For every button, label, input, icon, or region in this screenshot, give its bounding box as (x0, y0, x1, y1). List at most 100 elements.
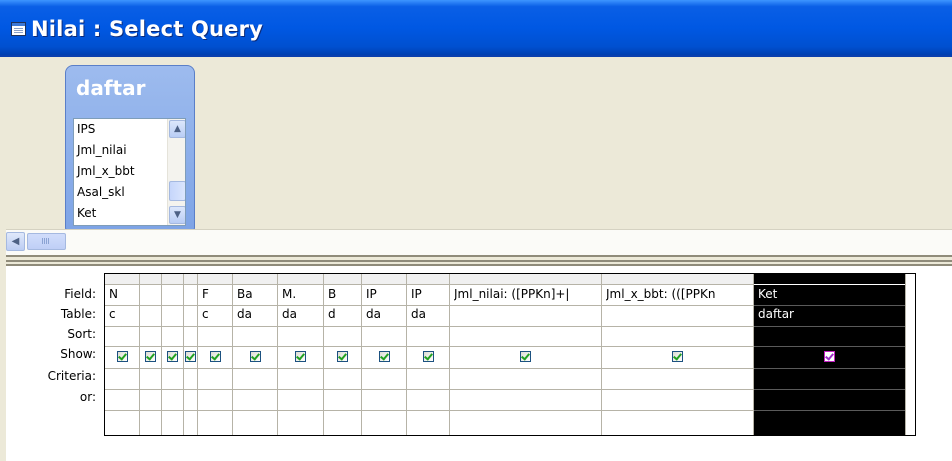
field-cell[interactable]: Jml_nilai: ([PPKn]+| (454, 287, 601, 301)
table-pane-hscrollbar[interactable]: ◀ (6, 229, 952, 255)
show-checkbox[interactable] (295, 351, 306, 362)
column-selector[interactable] (233, 274, 277, 285)
grid-row-line (362, 305, 406, 306)
field-item[interactable]: Jml_x_bbt (77, 164, 135, 178)
field-cell[interactable]: Jml_x_bbt: (([PPKn (606, 287, 753, 301)
column-selector[interactable] (278, 274, 323, 285)
grid-row-line (278, 389, 323, 390)
grid-row-line (140, 389, 161, 390)
field-item[interactable]: Ket (77, 206, 96, 220)
field-cell[interactable]: IP (411, 287, 449, 301)
grid-column[interactable]: M. da (278, 274, 324, 435)
grid-row-line (602, 326, 753, 327)
field-list-scrollbar[interactable]: ▲ ▼ (167, 119, 185, 225)
field-cell[interactable]: Ba (237, 287, 277, 301)
show-checkbox[interactable] (672, 351, 683, 362)
grid-column[interactable]: IP da (407, 274, 450, 435)
show-checkbox[interactable] (167, 351, 178, 362)
table-cell[interactable]: daftar (758, 307, 905, 321)
grid-row-line (198, 368, 232, 369)
field-item[interactable]: IPS (77, 122, 95, 136)
arrow-up-icon[interactable]: ▲ (169, 120, 185, 138)
column-selector[interactable] (754, 274, 905, 285)
column-selector[interactable] (362, 274, 406, 285)
query-window-icon[interactable] (11, 22, 26, 36)
grid-row-line (198, 326, 232, 327)
field-cell[interactable]: Ket (758, 287, 905, 301)
grid-column[interactable] (162, 274, 184, 435)
show-checkbox[interactable] (117, 351, 128, 362)
arrow-left-icon[interactable]: ◀ (6, 232, 25, 251)
table-cell[interactable]: c (202, 307, 232, 321)
grid-row-line (278, 326, 323, 327)
show-checkbox[interactable] (520, 351, 531, 362)
title-bar[interactable]: Nilai : Select Query (0, 0, 952, 57)
query-design-grid[interactable]: Nc Fc Ba da M. da Bd IP da IP da Jml_nilai: ([PPKn]… (104, 273, 916, 436)
table-cell[interactable]: da (282, 307, 323, 321)
show-checkbox[interactable] (185, 351, 196, 362)
table-cell[interactable]: d (328, 307, 361, 321)
table-cell[interactable]: da (411, 307, 449, 321)
show-checkbox[interactable] (824, 351, 835, 362)
grid-row-line (162, 346, 183, 347)
grid-row-line (140, 368, 161, 369)
field-cell[interactable]: N (109, 287, 139, 301)
column-selector[interactable] (162, 274, 183, 285)
field-cell[interactable]: B (328, 287, 361, 301)
field-cell[interactable]: IP (366, 287, 406, 301)
column-selector[interactable] (198, 274, 232, 285)
grid-row-line (198, 346, 232, 347)
grid-row-line (450, 368, 601, 369)
grid-row-line (105, 389, 139, 390)
field-item[interactable]: Asal_skl (77, 185, 125, 199)
pane-splitter[interactable] (6, 255, 952, 266)
arrow-down-icon[interactable]: ▼ (169, 206, 185, 224)
grid-column[interactable]: Fc (198, 274, 233, 435)
grid-row-line (450, 326, 601, 327)
grid-row-line (324, 305, 361, 306)
hscroll-thumb[interactable] (27, 233, 66, 250)
column-selector[interactable] (184, 274, 197, 285)
field-cell[interactable]: F (202, 287, 232, 301)
grid-column[interactable] (140, 274, 162, 435)
field-item[interactable]: Jml_nilai (77, 143, 127, 157)
field-cell[interactable]: M. (282, 287, 323, 301)
grid-row-line (754, 305, 905, 306)
grid-row-line (184, 346, 197, 347)
scroll-thumb[interactable] (169, 181, 185, 201)
column-selector[interactable] (324, 274, 361, 285)
show-checkbox[interactable] (250, 351, 261, 362)
window-title: Nilai : Select Query (31, 17, 264, 41)
show-checkbox[interactable] (423, 351, 434, 362)
grid-row-line (184, 410, 197, 411)
grid-column[interactable]: Jml_nilai: ([PPKn]+| (450, 274, 602, 435)
grid-column[interactable]: Bd (324, 274, 362, 435)
show-checkbox[interactable] (145, 351, 156, 362)
column-selector[interactable] (140, 274, 161, 285)
table-field-list-daftar[interactable]: daftar IPS Jml_nilai Jml_x_bbt Asal_skl … (65, 65, 195, 230)
grid-row-line (184, 389, 197, 390)
grid-column[interactable]: Ba da (233, 274, 278, 435)
table-cell[interactable]: da (237, 307, 277, 321)
column-selector[interactable] (602, 274, 753, 285)
row-label-or: or: (79, 390, 96, 404)
field-list[interactable]: IPS Jml_nilai Jml_x_bbt Asal_skl Ket ▲ ▼ (73, 118, 186, 226)
column-selector[interactable] (450, 274, 601, 285)
show-checkbox[interactable] (337, 351, 348, 362)
grid-row-line (140, 326, 161, 327)
grid-row-line (362, 346, 406, 347)
table-cell[interactable]: da (366, 307, 406, 321)
grid-column[interactable]: Jml_x_bbt: (([PPKn (602, 274, 754, 435)
grid-column[interactable] (184, 274, 198, 435)
show-checkbox[interactable] (379, 351, 390, 362)
grid-column[interactable]: Ket daftar (754, 274, 906, 435)
column-selector[interactable] (105, 274, 139, 285)
grid-column[interactable]: IP da (362, 274, 407, 435)
column-selector[interactable] (407, 274, 449, 285)
grid-column[interactable]: Nc (105, 274, 140, 435)
grid-row-line (362, 368, 406, 369)
show-checkbox[interactable] (210, 351, 221, 362)
grid-row-line (140, 346, 161, 347)
grid-row-line (450, 305, 601, 306)
table-cell[interactable]: c (109, 307, 139, 321)
